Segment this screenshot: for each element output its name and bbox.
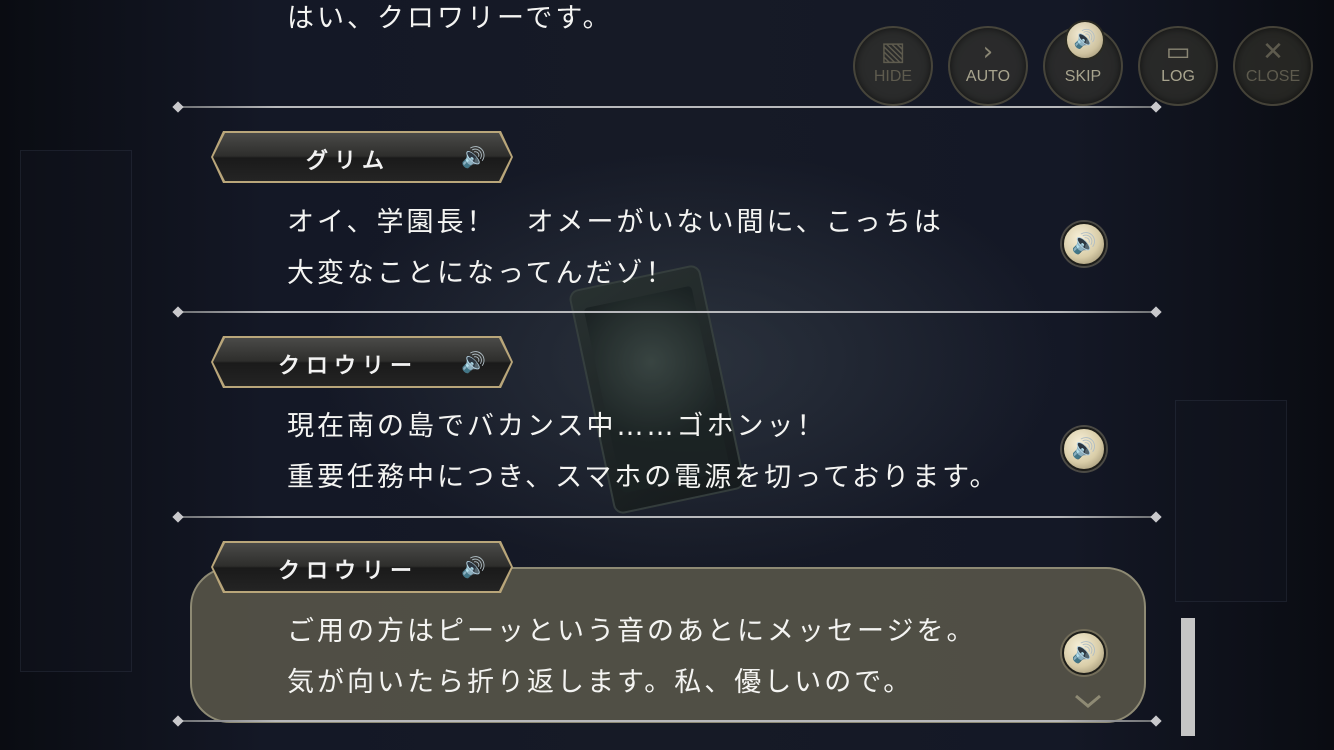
log-divider [178,720,1156,722]
speaker-name: グリム [305,149,390,174]
speaker-nameplate: クロウリー 🔊 [213,338,511,386]
skip-button[interactable]: 🔊 SKIP [1043,20,1123,106]
log-line: オイ、学園長！ オメーがいない間に、こっちは [287,207,944,238]
log-line: 重要任務中につき、スマホの電源を切っております。 [287,462,1000,493]
auto-button[interactable]: › AUTO [948,26,1028,106]
log-line: はい、クロワリーです。 [287,3,613,34]
speaker-icon: 🔊 [1071,436,1097,460]
play-arrow-icon: › [982,37,994,67]
log-line: 気が向いたら折り返します。私、優しいので。 [287,667,914,698]
speaker-nameplate: クロウリー 🔊 [213,543,511,591]
hide-button[interactable]: ▧ HIDE [853,26,933,106]
speaker-icon: 🔊 [461,350,486,374]
close-icon: ✕ [1262,37,1284,67]
background-wall-panel [1175,400,1287,602]
scrollbar-thumb[interactable] [1181,618,1195,736]
background-wall-panel [20,150,132,672]
speaker-name: クロウリー [277,559,418,584]
log-divider [178,516,1156,518]
speaker-name: クロウリー [277,354,418,379]
speaker-nameplate: グリム 🔊 [213,133,511,181]
log-divider [178,311,1156,313]
speaker-icon: 🔊 [1071,640,1097,664]
speaker-icon: 🔊 [1065,20,1105,60]
log-line: 大変なことになってんだゾ！ [287,258,676,289]
hide-icon: ▧ [880,37,906,67]
speaker-icon: 🔊 [461,555,486,579]
speaker-icon: 🔊 [461,145,486,169]
close-button[interactable]: ✕ CLOSE [1233,26,1313,106]
log-button[interactable]: ▭ LOG [1138,26,1218,106]
chevron-down-icon [1075,694,1101,708]
chat-bubble-icon: ▭ [1165,37,1191,67]
voice-replay-button[interactable]: 🔊 [1062,427,1106,471]
log-line: ご用の方はピーッという音のあとにメッセージを。 [287,616,977,647]
log-divider [178,106,1156,108]
voice-replay-button[interactable]: 🔊 [1062,222,1106,266]
log-line: 現在南の島でバカンス中……ゴホンッ！ [287,411,827,442]
speaker-icon: 🔊 [1071,231,1097,255]
voice-replay-button[interactable]: 🔊 [1062,631,1106,675]
